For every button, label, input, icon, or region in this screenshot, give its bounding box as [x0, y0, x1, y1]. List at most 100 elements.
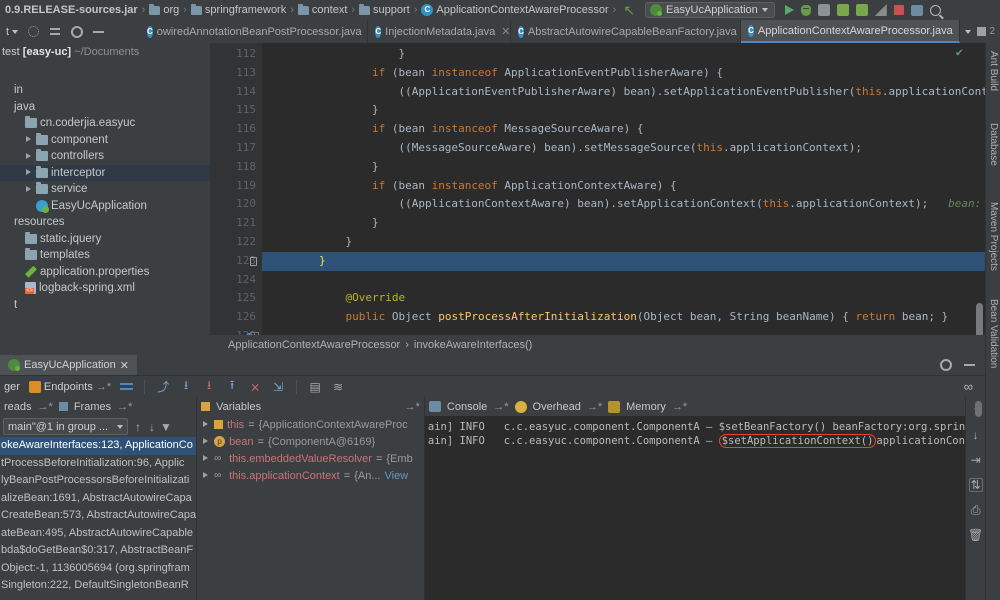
profile-icon[interactable]	[856, 4, 868, 16]
frame-row[interactable]: CreateBean:573, AbstractAutowireCapa	[0, 507, 196, 525]
variable-view-link[interactable]: View	[384, 470, 408, 482]
code-line[interactable]	[262, 271, 985, 290]
expand-arrow-icon[interactable]	[201, 454, 210, 463]
variables-list[interactable]: this={ApplicationContextAwareProcpbean={…	[197, 416, 424, 484]
memory-tab-label[interactable]: Memory	[626, 401, 666, 413]
project-view-selector[interactable]: t	[6, 26, 18, 38]
hide-icon[interactable]	[964, 364, 975, 366]
mute-breakpoints-icon[interactable]: ∞	[964, 379, 985, 394]
trash-icon[interactable]: 🗑	[969, 528, 983, 542]
code-line[interactable]: public Object postProcessAfterInitializa…	[262, 308, 985, 327]
editor-tab-abstractautowire[interactable]: C AbstractAutowireCapableBeanFactory.jav…	[511, 20, 741, 43]
tree-item-t[interactable]: t	[0, 297, 210, 314]
tool-window-button-bean-validation[interactable]: Bean Validation	[986, 295, 1000, 368]
gear-icon[interactable]	[940, 359, 952, 371]
filter-icon[interactable]: ▼	[159, 420, 173, 434]
run-with-coverage-icon[interactable]	[837, 4, 849, 16]
layout-icon[interactable]	[911, 5, 923, 16]
editor-tab-injectionmetadata[interactable]: C InjectionMetadata.java ✕	[368, 20, 511, 43]
code-line[interactable]: if (bean instanceof MessageSourceAware) …	[262, 120, 985, 139]
thread-selector[interactable]: main"@1 in group ...	[3, 418, 128, 435]
expand-arrow-icon[interactable]	[24, 185, 33, 194]
tree-item-resources[interactable]: resources	[0, 214, 210, 231]
frame-row[interactable]: tProcessBeforeInitialization:96, Applic	[0, 455, 196, 473]
tree-item-service[interactable]: service	[0, 181, 210, 198]
debug-icon[interactable]	[801, 5, 811, 16]
gear-icon[interactable]	[71, 26, 83, 38]
inspection-widget[interactable]: 2	[960, 20, 1000, 43]
endpoints-tab[interactable]: Endpoints →*	[29, 381, 111, 393]
editor-vertical-scrollbar[interactable]	[976, 303, 983, 335]
tree-item-in[interactable]: in	[0, 82, 210, 99]
close-icon[interactable]: ✕	[501, 25, 510, 38]
breadcrumb-method-name[interactable]: invokeAwareInterfaces()	[414, 339, 532, 351]
tool-window-button-ant-build[interactable]: Ant Build	[986, 47, 1000, 91]
search-icon[interactable]	[930, 5, 941, 16]
frame-row[interactable]: ateBean:495, AbstractAutowireCapable	[0, 525, 196, 543]
tree-item-application-properties[interactable]: application.properties	[0, 264, 210, 281]
tree-item-cn-coderjia-easyuc[interactable]: cn.coderjia.easyuc	[0, 115, 210, 132]
code-line[interactable]: }	[262, 45, 985, 64]
variable-row[interactable]: pbean={ComponentA@6169}	[197, 433, 424, 450]
stop-icon[interactable]	[894, 5, 904, 15]
tool-window-button-database[interactable]: Database	[986, 119, 1000, 166]
tree-item-controllers[interactable]: controllers	[0, 148, 210, 165]
step-over-icon[interactable]: ⤴	[156, 380, 170, 394]
frame-up-icon[interactable]: ↑	[131, 420, 145, 434]
line-number[interactable]: 120	[210, 195, 262, 214]
close-icon[interactable]: ✕	[120, 359, 129, 372]
breadcrumb-class[interactable]: C ApplicationContextAwareProcessor	[418, 0, 611, 20]
drop-frame-icon[interactable]: ⨯	[248, 380, 262, 394]
frame-row[interactable]: lyBeanPostProcessorsBeforeInitializati	[0, 472, 196, 490]
code-line[interactable]: }	[262, 101, 985, 120]
frame-row[interactable]: Singleton:222, DefaultSingletonBeanR	[0, 577, 196, 595]
code-line[interactable]: if (bean instanceof ApplicationContextAw…	[262, 177, 985, 196]
variables-label[interactable]: Variables	[216, 401, 261, 413]
line-number[interactable]: 125	[210, 289, 262, 308]
code-line[interactable]: @Override	[262, 289, 985, 308]
overhead-tab-label[interactable]: Overhead	[533, 401, 581, 413]
expand-arrow-icon[interactable]	[24, 152, 33, 161]
editor-breadcrumb[interactable]: ApplicationContextAwareProcessor › invok…	[210, 335, 985, 355]
tool-window-button-maven-projects[interactable]: Maven Projects	[986, 198, 1000, 271]
breadcrumb-class-name[interactable]: ApplicationContextAwareProcessor	[228, 339, 400, 351]
tree-item-component[interactable]: component	[0, 132, 210, 149]
tree-item-interceptor[interactable]: interceptor	[0, 165, 210, 182]
expand-arrow-icon[interactable]	[24, 168, 33, 177]
wrap-icon[interactable]: ⇥	[969, 453, 983, 467]
attach-icon[interactable]	[875, 4, 887, 16]
line-number[interactable]: 119	[210, 177, 262, 196]
threads-label[interactable]: reads	[4, 401, 32, 413]
debug-scrollbar[interactable]	[975, 401, 982, 417]
expand-arrow-icon[interactable]	[24, 135, 33, 144]
frame-row[interactable]: bda$doGetBean$0:317, AbstractBeanF	[0, 542, 196, 560]
step-out-icon[interactable]: ⭱	[225, 380, 239, 394]
run-configuration-selector[interactable]: EasyUcApplication	[645, 2, 775, 18]
breadcrumb-support[interactable]: support	[356, 0, 413, 20]
editor-gutter[interactable]: 1121131141151161171181191201211221231241…	[210, 43, 262, 335]
code-line[interactable]: }	[262, 233, 985, 252]
editor-code-area[interactable]: } if (bean instanceof ApplicationEventPu…	[262, 43, 985, 335]
line-number[interactable]: 115	[210, 101, 262, 120]
sort-icon[interactable]: ⇅	[969, 478, 983, 492]
code-line[interactable]	[262, 327, 985, 335]
code-editor[interactable]: 1121131141151161171181191201211221231241…	[210, 43, 985, 335]
line-number[interactable]: 113	[210, 64, 262, 83]
line-number[interactable]: 118	[210, 158, 262, 177]
debugger-tab[interactable]: ger	[4, 381, 20, 393]
breadcrumb-org[interactable]: org	[146, 0, 182, 20]
tree-item-templates[interactable]: templates	[0, 247, 210, 264]
expand-arrow-icon[interactable]	[201, 420, 210, 429]
debug-session-tab-easyucapplication[interactable]: EasyUcApplication ✕	[0, 355, 137, 375]
frame-down-icon[interactable]: ↓	[145, 420, 159, 434]
project-root-row[interactable]: test [easy-uc] ~/Documents	[0, 43, 210, 60]
evaluate-expression-icon[interactable]: ▤	[308, 380, 322, 394]
line-number[interactable]: 114	[210, 83, 262, 102]
hide-icon[interactable]	[93, 31, 104, 33]
collapse-all-icon[interactable]	[49, 26, 61, 37]
frame-row[interactable]: Object:-1, 1136005694 (org.springfram	[0, 560, 196, 578]
line-number[interactable]: 124	[210, 271, 262, 290]
settings-icon[interactable]: ≋	[331, 380, 345, 394]
project-tool-window[interactable]: test [easy-uc] ~/Documents injavacn.code…	[0, 43, 210, 353]
line-number[interactable]: 122	[210, 233, 262, 252]
